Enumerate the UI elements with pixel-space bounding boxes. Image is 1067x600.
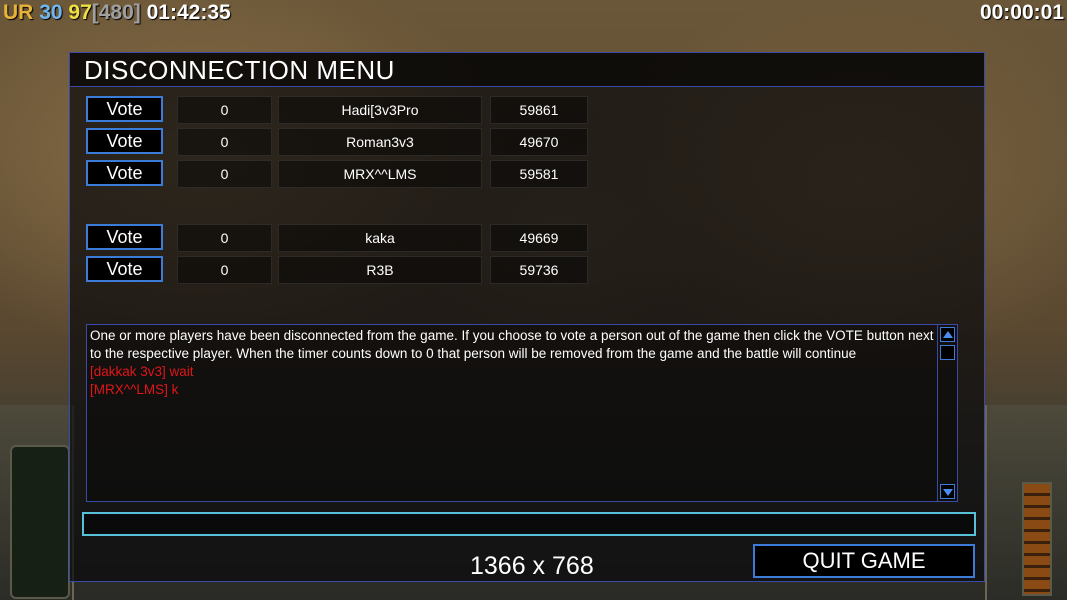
top-left-stats: UR 30 97[480] 01:42:35	[3, 1, 231, 25]
player-ping: 59581	[490, 160, 588, 188]
vote-button[interactable]: Vote	[86, 128, 163, 154]
hud-left-panel	[0, 405, 74, 600]
chat-line: [MRX^^LMS] k	[90, 382, 179, 397]
disconnection-dialog: DISCONNECTION MENU Vote 0 Hadi[3v3Pro 59…	[69, 52, 985, 582]
player-name: MRX^^LMS	[278, 160, 482, 188]
stat-value-3: [480]	[91, 1, 141, 24]
system-message: One or more players have been disconnect…	[90, 328, 934, 361]
player-ping: 49669	[490, 224, 588, 252]
vote-button[interactable]: Vote	[86, 224, 163, 250]
message-scrollbar[interactable]	[937, 325, 957, 501]
vote-button[interactable]: Vote	[86, 256, 163, 282]
scroll-thumb[interactable]	[940, 345, 955, 360]
player-ping: 59736	[490, 256, 588, 284]
player-name: R3B	[278, 256, 482, 284]
stat-value-1: 30	[39, 1, 63, 24]
chat-line: [dakkak 3v3] wait	[90, 364, 194, 379]
vote-count: 0	[177, 128, 272, 156]
player-name: Roman3v3	[278, 128, 482, 156]
chat-input[interactable]	[82, 512, 976, 536]
dialog-title: DISCONNECTION MENU	[84, 55, 395, 85]
scroll-up-arrow-icon[interactable]	[940, 327, 955, 342]
vote-count: 0	[177, 256, 272, 284]
dialog-title-bar: DISCONNECTION MENU	[70, 53, 984, 87]
resolution-label: 1366 x 768	[470, 552, 594, 580]
scroll-down-arrow-icon[interactable]	[940, 484, 955, 499]
stat-value-2: 97	[68, 1, 92, 24]
message-content: One or more players have been disconnect…	[90, 327, 938, 399]
player-name: kaka	[278, 224, 482, 252]
vote-count: 0	[177, 96, 272, 124]
countdown-timer: 00:00:01	[979, 1, 1064, 24]
player-name: Hadi[3v3Pro	[278, 96, 482, 124]
hud-left-screen	[10, 445, 70, 599]
vote-button[interactable]: Vote	[86, 160, 163, 186]
ur-label: UR	[3, 1, 34, 24]
player-ping: 49670	[490, 128, 588, 156]
top-hud: UR 30 97[480] 01:42:35 00:00:01	[0, 0, 1067, 26]
vote-button[interactable]: Vote	[86, 96, 163, 122]
vote-count: 0	[177, 160, 272, 188]
hud-power-bar	[1022, 482, 1052, 596]
game-clock: 01:42:35	[146, 1, 231, 24]
message-box: One or more players have been disconnect…	[86, 324, 958, 502]
vote-count: 0	[177, 224, 272, 252]
quit-game-button[interactable]: QUIT GAME	[753, 544, 975, 578]
player-ping: 59861	[490, 96, 588, 124]
